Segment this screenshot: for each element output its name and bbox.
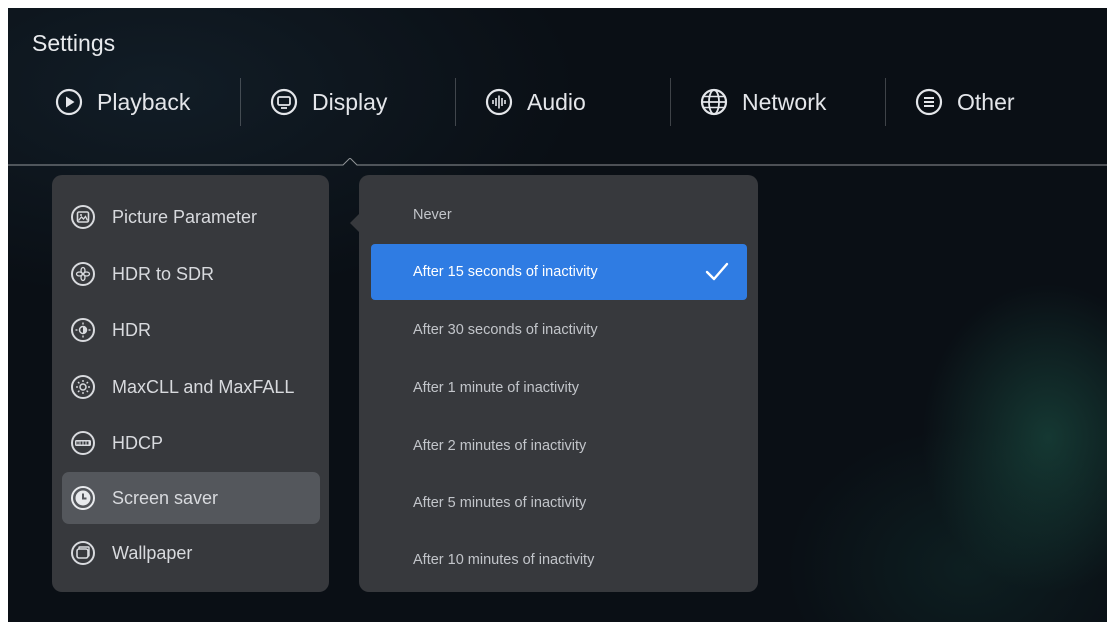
globe-icon [700,88,728,116]
option-label: Never [413,207,452,223]
monitor-icon [270,88,298,116]
hdr-sun-icon [70,317,96,343]
menu-item-maxcll-maxfall[interactable]: MaxCLL and MaxFALL [62,361,320,413]
tab-network[interactable]: Network [700,82,826,122]
settings-screen: Settings Playback Display Audio Network … [8,8,1107,622]
tab-divider [455,78,456,126]
option-label: After 5 minutes of inactivity [413,495,587,511]
option-after-5-minutes[interactable]: After 5 minutes of inactivity [371,475,747,531]
tab-label: Playback [97,88,191,115]
list-icon [915,88,943,116]
option-label: After 2 minutes of inactivity [413,438,587,454]
option-label: After 1 minute of inactivity [413,380,580,396]
menu-item-wallpaper[interactable]: Wallpaper [62,527,320,579]
screen-saver-options-panel: Never After 15 seconds of inactivity Aft… [359,175,758,592]
menu-item-screen-saver[interactable]: Screen saver [62,472,320,524]
display-menu-panel: Picture Parameter HDR to SDR HDR MaxCLL … [52,175,329,592]
tab-label: Audio [527,88,586,115]
page-title: Settings [32,30,116,56]
flower-icon [70,261,96,287]
option-label: After 10 minutes of inactivity [413,552,595,568]
menu-item-label: HDCP [112,432,164,453]
menu-item-hdr[interactable]: HDR [62,304,320,356]
tab-bar: Playback Display Audio Network Other [8,78,1107,126]
picture-icon [70,204,96,230]
menu-item-hdcp[interactable]: HDCP [62,417,320,469]
tab-divider [240,78,241,126]
tab-label: Network [742,88,827,115]
menu-item-label: Wallpaper [112,542,193,563]
menu-item-hdr-to-sdr[interactable]: HDR to SDR [62,248,320,300]
option-after-15-seconds[interactable]: After 15 seconds of inactivity [371,244,747,300]
menu-item-label: HDR to SDR [112,263,215,284]
menu-item-label: HDR [112,319,151,340]
hdcp-icon [70,430,96,456]
option-after-1-minute[interactable]: After 1 minute of inactivity [371,360,747,416]
option-never[interactable]: Never [371,187,747,243]
menu-item-label: MaxCLL and MaxFALL [112,376,295,397]
tab-playback[interactable]: Playback [55,82,190,122]
option-after-30-seconds[interactable]: After 30 seconds of inactivity [371,302,747,358]
tab-label: Other [957,88,1015,115]
tab-other[interactable]: Other [915,82,1015,122]
option-label: After 15 seconds of inactivity [413,264,598,280]
tab-divider [885,78,886,126]
tab-label: Display [312,88,388,115]
tab-divider [670,78,671,126]
audio-wave-icon [485,88,513,116]
menu-item-label: Picture Parameter [112,206,258,227]
wallpaper-icon [70,540,96,566]
play-circle-icon [55,88,83,116]
checkmark-icon [705,262,729,281]
menu-item-label: Screen saver [112,487,219,508]
tab-display[interactable]: Display [270,82,387,122]
option-after-2-minutes[interactable]: After 2 minutes of inactivity [371,418,747,474]
tab-audio[interactable]: Audio [485,82,586,122]
brightness-icon [70,374,96,400]
clock-icon [70,485,96,511]
option-after-10-minutes[interactable]: After 10 minutes of inactivity [371,532,747,588]
menu-item-picture-parameter[interactable]: Picture Parameter [62,191,320,243]
option-label: After 30 seconds of inactivity [413,322,598,338]
